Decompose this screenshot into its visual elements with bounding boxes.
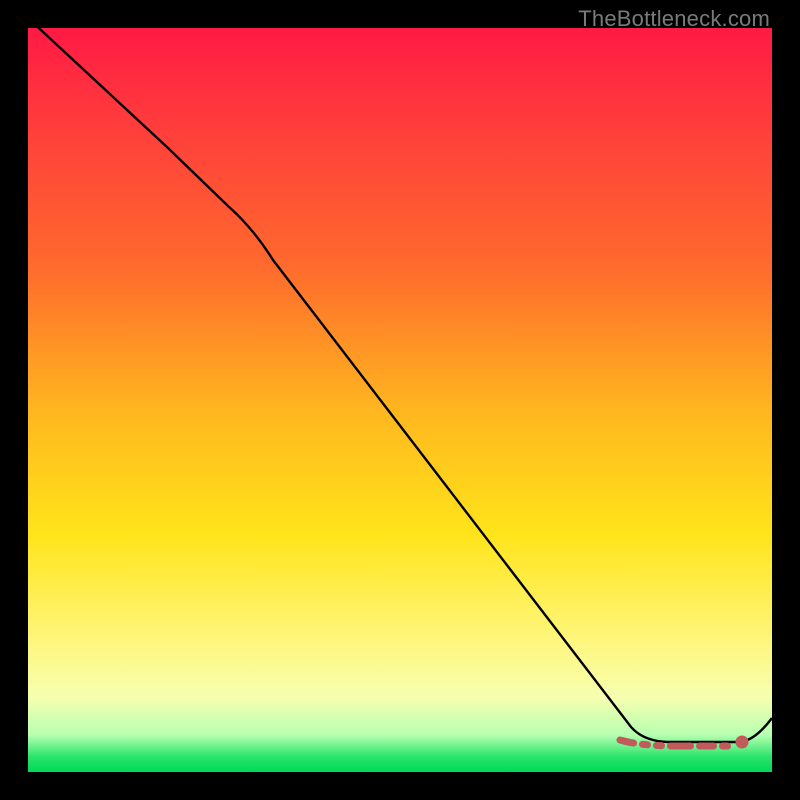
- chart-overlay: [28, 28, 772, 772]
- optimal-range-marker: [620, 740, 728, 746]
- bottleneck-curve: [28, 28, 772, 742]
- chart-frame: TheBottleneck.com: [0, 0, 800, 800]
- plot-area: [28, 28, 772, 772]
- optimal-point-dot: [736, 736, 749, 749]
